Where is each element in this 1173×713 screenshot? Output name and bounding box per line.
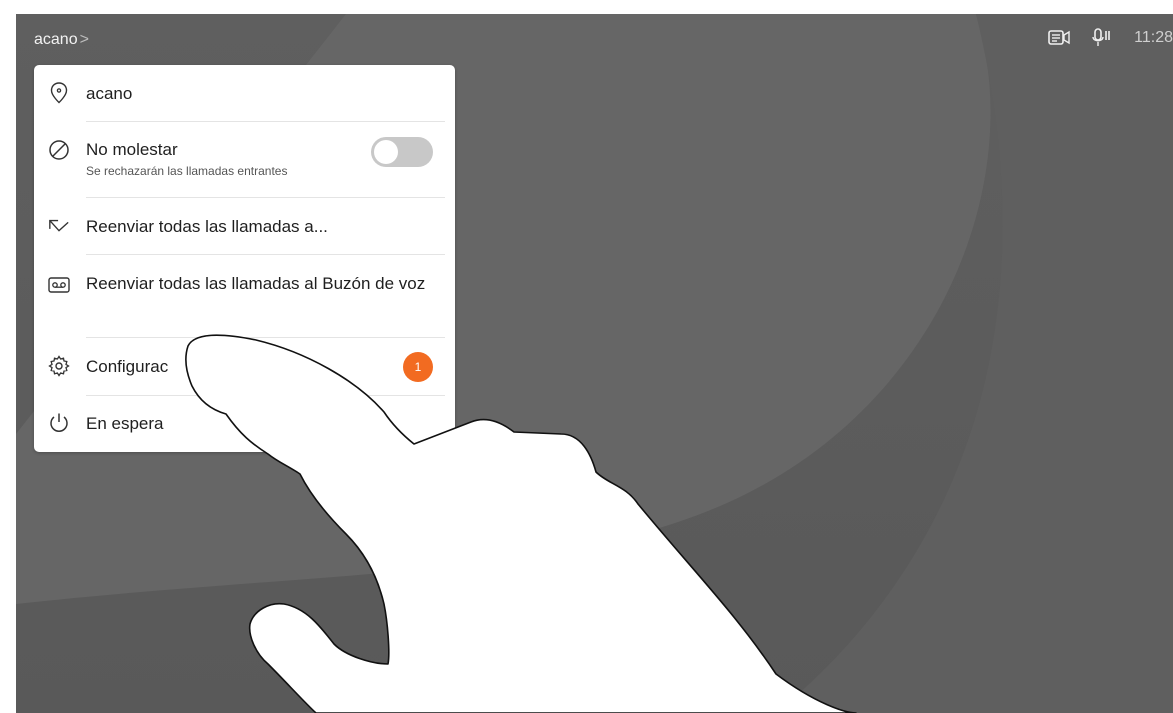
forward-arrow-icon [48, 216, 70, 238]
toggle-knob [374, 140, 398, 164]
device-screen: acano > 11:28 acano No molestar Se recha… [16, 14, 1173, 713]
menu-item-forward-voicemail[interactable]: Reenviar todas las llamadas al Buzón de … [34, 255, 455, 337]
microphone-icon[interactable] [1092, 28, 1112, 48]
menu-item-label: No molestar [86, 140, 178, 159]
power-icon [48, 412, 70, 434]
menu-item-forward-all[interactable]: Reenviar todas las llamadas a... [34, 198, 455, 254]
clock: 11:28 [1134, 29, 1173, 46]
chevron-right-icon: > [79, 31, 89, 48]
do-not-disturb-icon [48, 139, 70, 161]
voicemail-icon [48, 274, 70, 296]
menu-item-label: acano [86, 84, 133, 103]
settings-menu: acano No molestar Se rechazarán las llam… [34, 65, 455, 452]
menu-item-label: En espera [86, 414, 164, 433]
screen-share-icon[interactable] [1048, 29, 1070, 47]
device-name: acano [34, 31, 78, 48]
menu-item-label: Reenviar todas las llamadas a... [86, 217, 328, 236]
menu-item-settings[interactable]: Configurac 1 [34, 338, 455, 395]
do-not-disturb-toggle[interactable] [371, 137, 433, 167]
menu-item-sublabel: Se rechazarán las llamadas entrantes [86, 164, 288, 178]
status-bar: 11:28 [1048, 28, 1173, 48]
menu-item-do-not-disturb[interactable]: No molestar Se rechazarán las llamadas e… [34, 122, 455, 197]
menu-item-label: Configurac [86, 357, 169, 376]
menu-item-label: Reenviar todas las llamadas al Buzón de … [86, 274, 426, 293]
notification-badge: 1 [403, 352, 433, 382]
breadcrumb[interactable]: acano > [34, 31, 89, 49]
menu-item-standby[interactable]: En espera [34, 396, 455, 452]
location-pin-icon [48, 82, 70, 104]
menu-item-device[interactable]: acano [34, 65, 455, 121]
gear-icon [48, 355, 70, 377]
